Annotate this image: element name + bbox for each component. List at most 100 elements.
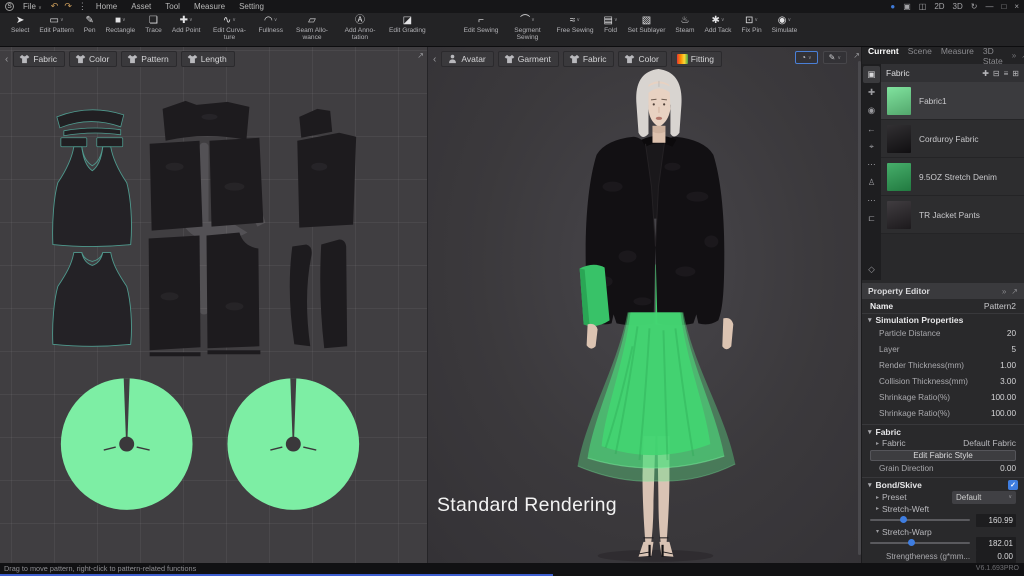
toolbar-tool[interactable]: ⌒∨ Segment Sewing	[503, 15, 551, 41]
right-panel-tab[interactable]: Scene	[908, 46, 932, 66]
edit-fabric-style-button[interactable]: Edit Fabric Style	[870, 450, 1016, 462]
toolbar-tool[interactable]: ■∨ Rectangle	[101, 15, 141, 34]
account-icon[interactable]: ●	[890, 2, 895, 12]
collapse-chevron-icon[interactable]: ‹	[433, 54, 436, 65]
avatar-3d-view[interactable]	[428, 47, 861, 562]
simulation-properties-header[interactable]: ▾ Simulation Properties	[862, 314, 1024, 326]
add-fabric-icon[interactable]: ✚	[863, 84, 880, 101]
list-view-icon[interactable]: ≡	[1004, 69, 1009, 78]
panel-tab[interactable]: Fabric	[562, 51, 615, 67]
fabric-list-item[interactable]: Fabric1	[881, 82, 1024, 120]
toolbar-tool[interactable]: ♨∨ Steam	[670, 15, 699, 34]
avatar-icon[interactable]: ♙	[863, 174, 880, 191]
slider-knob[interactable]	[900, 516, 907, 524]
right-panel-tab[interactable]: Measure	[941, 46, 974, 66]
panel-layout-icon[interactable]: ▣	[903, 2, 911, 12]
property-value[interactable]: 5	[1011, 345, 1016, 354]
menu-item[interactable]: Asset	[131, 2, 151, 11]
undo-icon[interactable]: ↶	[51, 2, 59, 11]
property-value[interactable]: 3.00	[1000, 377, 1016, 386]
panel-tab[interactable]: Length	[180, 51, 235, 67]
collapse-triangle-icon[interactable]: ▸	[876, 440, 879, 447]
name-value[interactable]: Pattern2	[984, 301, 1016, 311]
panel-tab[interactable]: Pattern	[121, 51, 177, 67]
thumbnail-view-icon[interactable]: ⊞	[1012, 69, 1019, 78]
panel-tab[interactable]: Color	[618, 51, 667, 67]
tank-back-pattern[interactable]	[52, 252, 132, 347]
redo-icon[interactable]: ↷	[64, 2, 72, 11]
panel-tab[interactable]: Avatar	[441, 51, 494, 67]
view-2d-button[interactable]: 2D	[934, 2, 944, 12]
toolbar-tool[interactable]: ✚∨ Add Point	[167, 15, 206, 34]
bond-skive-checkbox[interactable]: ✓	[1008, 480, 1018, 491]
toolbar-tool[interactable]: ❏∨ Trace	[140, 15, 167, 34]
toolbar-tool[interactable]: ◪∨ Edit Grading	[384, 15, 431, 34]
maximize-button[interactable]: □	[1001, 2, 1006, 12]
split-view-icon[interactable]: ◫	[919, 2, 927, 12]
panel-tab[interactable]: Color	[68, 51, 118, 67]
toolbar-tool[interactable]: ∿∨ Edit Curva-ture	[205, 15, 253, 41]
pattern-pieces-canvas[interactable]	[0, 47, 427, 562]
brush-style-button[interactable]: ✎ ∨	[822, 51, 847, 64]
collapse-chevron-icon[interactable]: ‹	[5, 54, 8, 65]
preset-dropdown[interactable]: Default ∨	[952, 490, 1016, 504]
toolbar-tool[interactable]: ⊡∨ Fix Pin	[736, 15, 766, 34]
menu-item[interactable]: Tool	[165, 2, 180, 11]
jacket-pattern-pieces[interactable]	[148, 100, 357, 357]
menu-item[interactable]: Measure	[194, 2, 225, 11]
fabric-list-item[interactable]: Corduroy Fabric	[881, 120, 1024, 158]
stretch-warp-slider[interactable]	[870, 539, 970, 547]
toolbar-tool[interactable]: ▧∨ Set Sublayer	[623, 15, 671, 34]
minimize-button[interactable]: —	[985, 2, 993, 12]
arrow-left-icon[interactable]: ←	[863, 120, 880, 137]
property-value[interactable]: 100.00	[991, 409, 1016, 418]
toolbar-tool[interactable]: ▱∨ Seam Allo-wance	[288, 15, 336, 41]
collar-pattern-pieces[interactable]	[56, 109, 125, 148]
bracket-icon[interactable]: ⊏	[863, 210, 880, 227]
fabric-value[interactable]: Default Fabric	[963, 438, 1016, 448]
fabric-list-item[interactable]: 9.5OZ Stretch Denim	[881, 158, 1024, 196]
tank-front-pattern[interactable]	[52, 146, 132, 247]
expand-icon[interactable]: ↗	[1011, 287, 1018, 296]
slider-knob[interactable]	[908, 539, 915, 547]
right-panel-tab[interactable]: 3D State	[983, 46, 1003, 66]
pin-icon[interactable]: ⌖	[863, 138, 880, 155]
add-icon[interactable]: ✚	[982, 69, 989, 78]
toolbar-tool[interactable]: ➤∨ Select	[6, 15, 34, 34]
expand-panel-icon[interactable]: ↗	[853, 51, 859, 60]
property-value[interactable]: 100.00	[991, 393, 1016, 402]
more-icon[interactable]: ⋮	[78, 2, 87, 11]
pattern-list-icon[interactable]: ▣	[863, 66, 880, 83]
close-button[interactable]: ×	[1014, 2, 1019, 12]
toolbar-tool[interactable]: ▤∨ Fold	[599, 15, 623, 34]
right-panel-tab[interactable]: Current	[868, 46, 899, 66]
expand-panel-icon[interactable]: ↗	[417, 51, 423, 60]
fabric-section-header[interactable]: ▾ Fabric	[862, 426, 1024, 438]
property-value[interactable]: 20	[1007, 329, 1016, 338]
sync-icon[interactable]: ↻	[971, 2, 978, 12]
panel-tab[interactable]: Garment	[497, 51, 559, 67]
cube-icon[interactable]: ◇	[863, 261, 880, 278]
menu-item[interactable]: Home	[96, 2, 117, 11]
toolbar-tool[interactable]: Ⓐ∨ Add Anno-tation	[336, 15, 384, 41]
toolbar-tool[interactable]: ≈∨ Free Sewing	[551, 15, 598, 34]
toolbar-tool[interactable]: ✱∨ Add Tack	[699, 15, 736, 34]
collapse-triangle-icon[interactable]: ▾	[876, 528, 879, 535]
more-icon[interactable]: »	[1002, 287, 1006, 296]
panel-tab[interactable]: Fitting	[670, 51, 722, 67]
stitch-line-icon[interactable]: ⋯	[863, 192, 880, 209]
property-value[interactable]: 1.00	[1000, 361, 1016, 370]
file-menu[interactable]: File ∨	[23, 2, 42, 11]
stretch-weft-value[interactable]: 160.99	[976, 513, 1016, 527]
bond-skive-header[interactable]: ▾ Bond/Skive ✓	[862, 479, 1024, 491]
more-panels-icon[interactable]: »	[1012, 51, 1016, 60]
collapse-triangle-icon[interactable]: ▸	[876, 494, 879, 501]
stretch-warp-value[interactable]: 182.01	[976, 536, 1016, 550]
toolbar-tool[interactable]: ◠∨ Fullness	[253, 15, 288, 34]
strengtheness-value[interactable]: 0.00	[976, 549, 1016, 563]
panel-tab[interactable]: Fabric	[13, 51, 65, 67]
stretch-weft-slider[interactable]	[870, 516, 970, 524]
seam-line-icon[interactable]: ⋯	[863, 156, 880, 173]
fabric-list-item[interactable]: TR Jacket Pants	[881, 196, 1024, 234]
toolbar-tool[interactable]: ◉∨ Simulate	[767, 15, 803, 34]
